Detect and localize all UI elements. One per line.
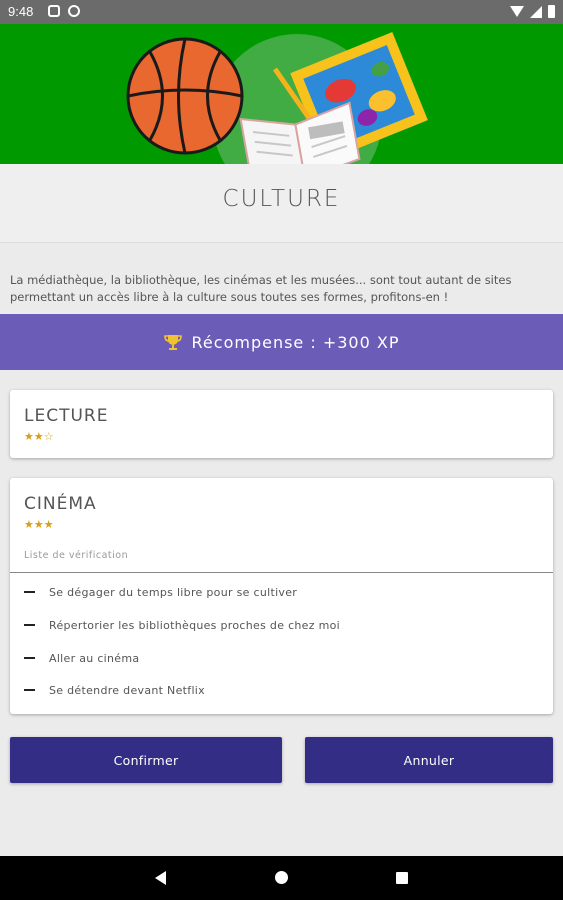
back-icon[interactable] <box>155 871 166 885</box>
card-title: CINÉMA <box>24 494 97 514</box>
dash-icon <box>24 591 35 593</box>
cancel-button[interactable]: Annuler <box>305 737 553 783</box>
checklist-item-text: Répertorier les bibliothèques proches de… <box>49 618 341 632</box>
checklist-item-text: Se dégager du temps libre pour se cultiv… <box>49 585 298 599</box>
hero-banner <box>0 24 563 164</box>
challenge-card-lecture[interactable]: LECTURE ★★☆ <box>10 390 553 458</box>
reward-banner: Récompense : +300 XP <box>0 314 563 370</box>
status-bar: 9:48 <box>0 0 563 24</box>
trophy-icon <box>163 335 182 350</box>
checklist-item[interactable]: Aller au cinéma <box>24 648 139 668</box>
checklist-item[interactable]: Se détendre devant Netflix <box>24 680 205 700</box>
notification-icon <box>48 5 60 17</box>
dash-icon <box>24 689 35 691</box>
checklist-divider <box>10 572 553 573</box>
status-notification-icons <box>48 5 80 17</box>
title-band: CULTURE <box>0 164 563 243</box>
reward-label: Récompense : +300 XP <box>191 332 400 352</box>
home-icon[interactable] <box>275 871 288 884</box>
difficulty-stars: ★★☆ <box>24 430 54 443</box>
card-title: LECTURE <box>24 406 109 426</box>
status-system-icons <box>510 5 555 18</box>
confirm-button[interactable]: Confirmer <box>10 737 282 783</box>
recent-apps-icon[interactable] <box>396 872 408 884</box>
challenge-card-cinema[interactable]: CINÉMA ★★★ Liste de vérification Se déga… <box>10 478 553 714</box>
battery-icon <box>548 5 555 18</box>
signal-icon <box>530 5 542 18</box>
category-description: La médiathèque, la bibliothèque, les cin… <box>10 273 512 304</box>
sync-icon <box>68 5 80 17</box>
checklist-item-text: Aller au cinéma <box>49 651 140 665</box>
culture-illustration <box>126 32 428 164</box>
checklist-label: Liste de vérification <box>24 550 129 561</box>
wifi-icon <box>510 6 524 17</box>
dash-icon <box>24 624 35 626</box>
page-title: CULTURE <box>222 186 341 212</box>
navigation-bar <box>0 856 563 900</box>
checklist-item[interactable]: Se dégager du temps libre pour se cultiv… <box>24 582 297 602</box>
status-time: 9:48 <box>8 4 34 19</box>
dash-icon <box>24 657 35 659</box>
checklist-item-text: Se détendre devant Netflix <box>49 683 205 697</box>
difficulty-stars: ★★★ <box>24 518 54 531</box>
checklist-item[interactable]: Répertorier les bibliothèques proches de… <box>24 615 340 635</box>
